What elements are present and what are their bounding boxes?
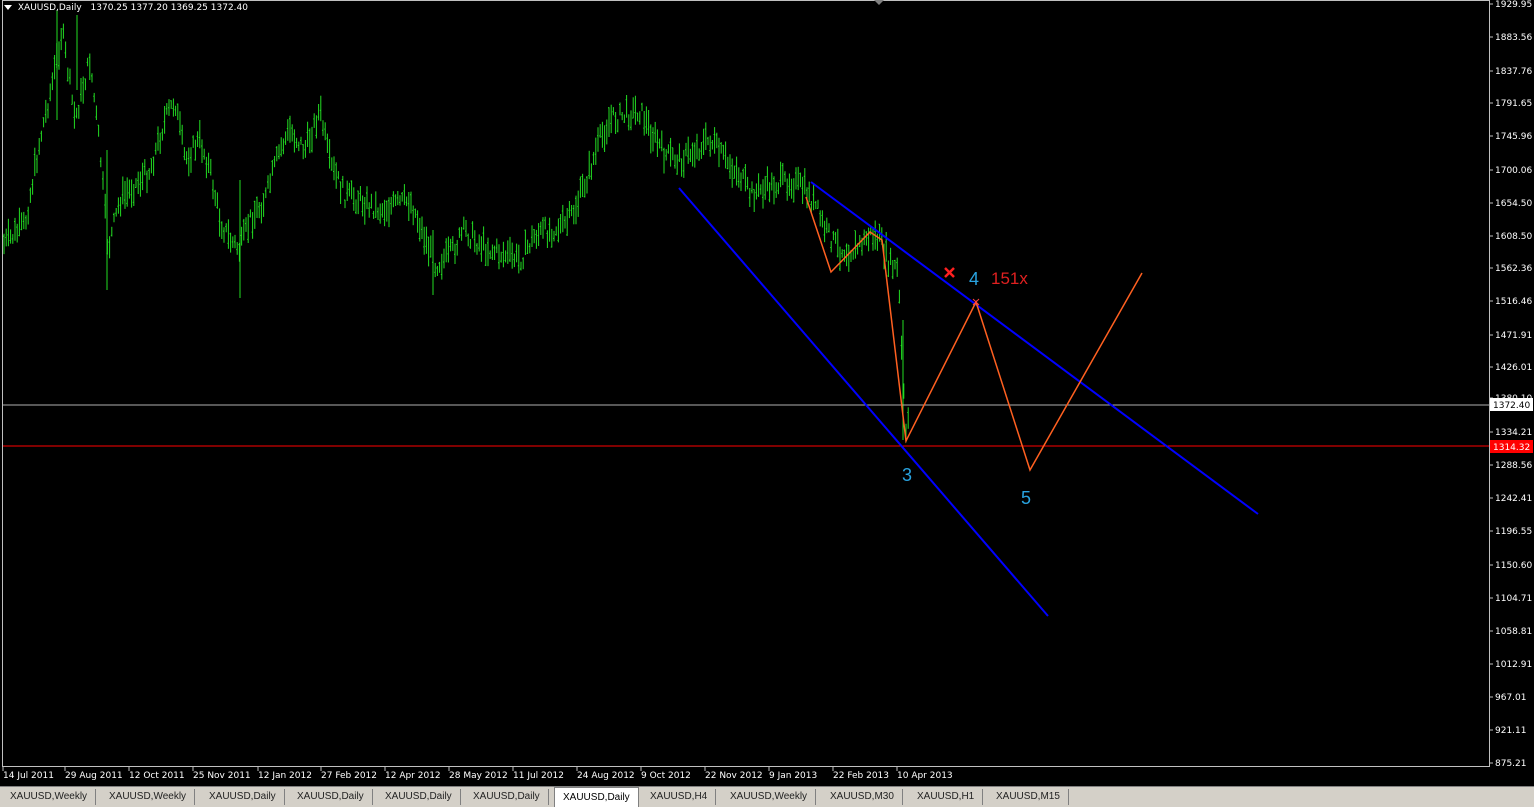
current-price-tag: 1372.40 <box>1493 401 1530 411</box>
wave-label-3: 3 <box>902 465 912 485</box>
tab-4[interactable]: XAUUSD,Daily <box>289 789 373 805</box>
plot-frame <box>2 0 1490 767</box>
time-label: 25 Nov 2011 <box>193 771 251 781</box>
tab-11[interactable]: XAUUSD,H1 <box>909 789 984 805</box>
wave-label-5: 5 <box>1021 488 1031 508</box>
price-label: 1562.36 <box>1495 264 1532 274</box>
ratio-label: 151x <box>991 269 1028 288</box>
price-bars <box>3 10 909 443</box>
time-label: 24 Aug 2012 <box>577 771 635 781</box>
price-label: 875.21 <box>1495 759 1527 769</box>
price-label: 1334.21 <box>1495 428 1532 438</box>
tab-12[interactable]: XAUUSD,M15 <box>988 789 1069 805</box>
price-label: 1242.41 <box>1495 494 1532 504</box>
tab-3[interactable]: XAUUSD,Daily <box>201 789 285 805</box>
time-label: 29 Aug 2011 <box>65 771 123 781</box>
price-label: 1196.55 <box>1495 527 1532 537</box>
tab-2[interactable]: XAUUSD,Weekly <box>101 789 196 805</box>
tab-8[interactable]: XAUUSD,H4 <box>642 789 717 805</box>
wave-zigzag[interactable] <box>805 196 1143 472</box>
time-label: 10 Apr 2013 <box>897 771 953 781</box>
price-label: 921.11 <box>1495 726 1527 736</box>
chart-header: XAUUSD,Daily 1370.25 1377.20 1369.25 137… <box>4 3 248 13</box>
price-label: 1883.56 <box>1495 33 1532 43</box>
time-label: 27 Feb 2012 <box>321 771 377 781</box>
price-label: 1058.81 <box>1495 627 1532 637</box>
tab-7[interactable]: XAUUSD,Daily <box>554 787 639 807</box>
scroll-marker-icon[interactable] <box>874 0 884 5</box>
wave-label-4: 4 <box>969 269 979 289</box>
price-label: 1471.91 <box>1495 331 1532 341</box>
time-label: 12 Oct 2011 <box>129 771 185 781</box>
price-label: 1608.50 <box>1495 232 1532 242</box>
time-label: 22 Feb 2013 <box>833 771 889 781</box>
ohlc-values: 1370.25 1377.20 1369.25 1372.40 <box>90 3 248 13</box>
price-label: 1654.50 <box>1495 199 1532 209</box>
time-label: 14 Jul 2011 <box>3 771 54 781</box>
price-label: 1012.91 <box>1495 660 1532 670</box>
price-label: 1700.06 <box>1495 166 1532 176</box>
price-axis: 1929.95 1883.56 1837.76 1791.65 1745.96 1700.… <box>1489 0 1532 769</box>
time-label: 9 Jan 2013 <box>769 771 817 781</box>
price-label: 1516.46 <box>1495 297 1532 307</box>
time-axis: 14 Jul 2011 29 Aug 2011 12 Oct 2011 25 Nov … <box>2 767 953 781</box>
price-label: 1426.01 <box>1495 363 1532 373</box>
tab-9[interactable]: XAUUSD,Weekly <box>722 789 817 805</box>
tab-5[interactable]: XAUUSD,Daily <box>377 789 461 805</box>
dropdown-arrow-icon[interactable] <box>4 5 12 10</box>
time-label: 11 Jul 2012 <box>513 771 564 781</box>
channel-lower-line[interactable] <box>678 187 1049 617</box>
price-label: 1288.56 <box>1495 461 1532 471</box>
price-label: 1929.95 <box>1495 0 1532 10</box>
chart-tabs-bar: XAUUSD,Weekly XAUUSD,Weekly XAUUSD,Daily XA… <box>0 786 1534 807</box>
tab-10[interactable]: XAUUSD,M30 <box>822 789 903 805</box>
chart-window[interactable]: 1929.95 1883.56 1837.76 1791.65 1745.96 1700.… <box>0 0 1534 786</box>
price-label: 1791.65 <box>1495 99 1532 109</box>
time-label: 12 Apr 2012 <box>385 771 441 781</box>
price-label: 967.01 <box>1495 693 1527 703</box>
time-label: 22 Nov 2012 <box>705 771 763 781</box>
price-label: 1150.60 <box>1495 561 1532 571</box>
line-price-tag: 1314.32 <box>1493 443 1530 453</box>
tab-6[interactable]: XAUUSD,Daily <box>465 789 549 805</box>
price-label: 1837.76 <box>1495 67 1532 77</box>
price-label: 1745.96 <box>1495 132 1532 142</box>
time-label: 28 May 2012 <box>449 771 508 781</box>
time-label: 9 Oct 2012 <box>641 771 691 781</box>
cross-marker-icon <box>944 267 955 278</box>
price-label: 1104.71 <box>1495 594 1532 604</box>
price-chart[interactable]: 1929.95 1883.56 1837.76 1791.65 1745.96 1700.… <box>0 0 1534 786</box>
channel-upper-line[interactable] <box>810 181 1259 515</box>
time-label: 12 Jan 2012 <box>258 771 312 781</box>
tab-1[interactable]: XAUUSD,Weekly <box>2 789 97 805</box>
symbol-label: XAUUSD,Daily <box>17 3 82 13</box>
